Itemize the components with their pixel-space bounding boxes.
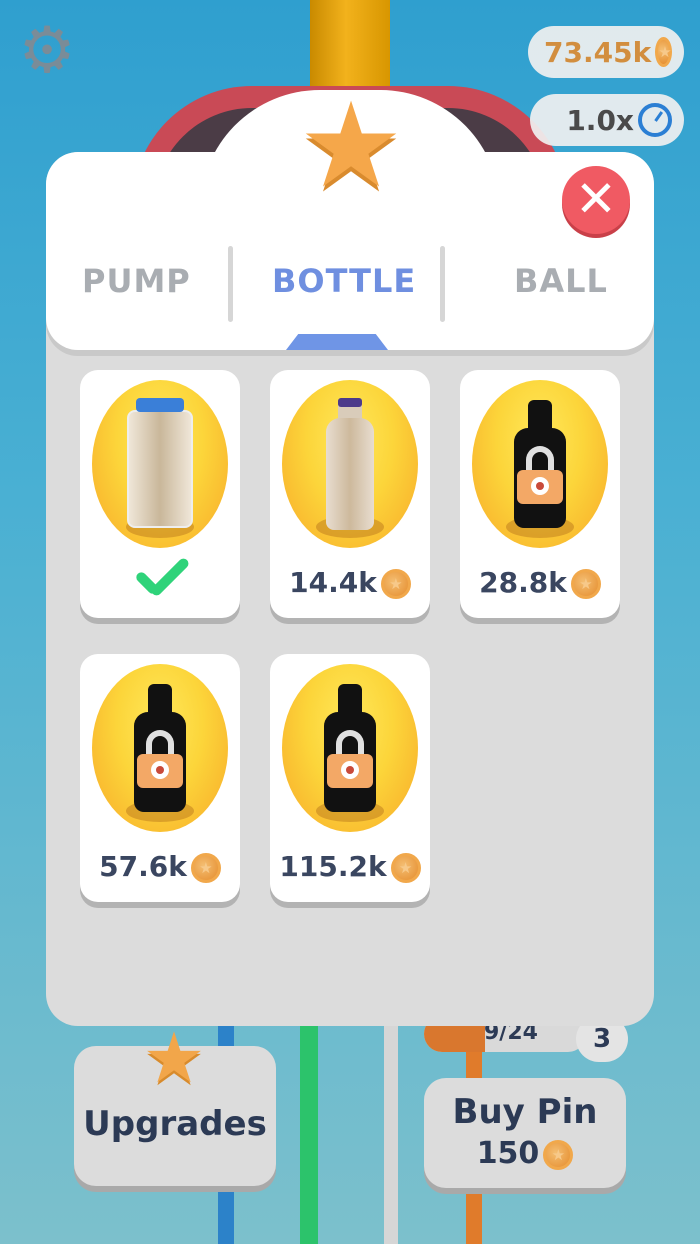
item-preview — [282, 664, 418, 832]
coin-counter: 73.45k — [528, 26, 684, 78]
coin-icon — [390, 853, 421, 883]
price-value: 14.4k — [289, 566, 377, 599]
rod-green — [300, 1000, 318, 1244]
item-price: 14.4k — [270, 566, 430, 599]
active-tab-indicator — [286, 334, 388, 350]
item-card-round-bottle[interactable]: 115.2k — [270, 654, 430, 902]
gear-icon[interactable]: ⚙ — [14, 18, 80, 84]
price-value: 28.8k — [479, 566, 567, 599]
item-price: 57.6k — [80, 850, 240, 883]
coin-icon — [655, 37, 672, 67]
upgrades-label: Upgrades — [83, 1104, 267, 1144]
coin-icon — [190, 853, 221, 883]
item-card-milk-bottle[interactable]: 14.4k — [270, 370, 430, 618]
lock-icon — [517, 446, 563, 506]
buy-pin-price: 150 — [476, 1136, 540, 1171]
lock-icon — [137, 730, 183, 790]
item-card-round-bottle[interactable]: 57.6k — [80, 654, 240, 902]
item-preview — [92, 664, 228, 832]
coin-icon — [543, 1139, 574, 1170]
stopwatch-icon — [638, 103, 672, 137]
coin-icon — [380, 569, 411, 599]
milk-bottle-icon — [326, 418, 374, 530]
item-preview — [472, 380, 608, 548]
item-card-soda-bottle[interactable]: 28.8k — [460, 370, 620, 618]
tab-bottle[interactable]: BOTTLE — [272, 262, 416, 300]
jar-cap — [136, 398, 184, 412]
tab-pump[interactable]: PUMP — [82, 262, 191, 300]
item-preview — [282, 380, 418, 548]
lock-icon — [327, 730, 373, 790]
price-value: 115.2k — [279, 850, 387, 883]
coin-icon — [570, 569, 601, 599]
speed-value: 1.0x — [566, 103, 634, 137]
item-price: 115.2k — [270, 850, 430, 883]
item-card-jar[interactable] — [80, 370, 240, 618]
checkmark-icon — [128, 556, 192, 606]
star-icon: ★ — [298, 76, 404, 214]
rod-grey — [384, 1000, 398, 1244]
bottle-cap — [338, 398, 362, 407]
coin-amount: 73.45k — [544, 35, 652, 69]
buy-pin-price-row: 150 — [424, 1134, 626, 1174]
item-preview — [92, 380, 228, 548]
star-icon: ★ — [142, 1017, 206, 1099]
close-button[interactable]: ✕ — [562, 166, 630, 234]
buy-pin-button[interactable]: Buy Pin 150 — [424, 1078, 626, 1188]
buy-pin-label: Buy Pin — [452, 1092, 598, 1132]
close-icon: ✕ — [575, 170, 617, 228]
tab-divider — [440, 246, 445, 322]
jar-icon — [127, 410, 193, 528]
tab-ball[interactable]: BALL — [514, 262, 608, 300]
item-price: 28.8k — [460, 566, 620, 599]
speed-button[interactable]: 1.0x — [530, 94, 684, 146]
price-value: 57.6k — [99, 850, 187, 883]
tab-divider — [228, 246, 233, 322]
